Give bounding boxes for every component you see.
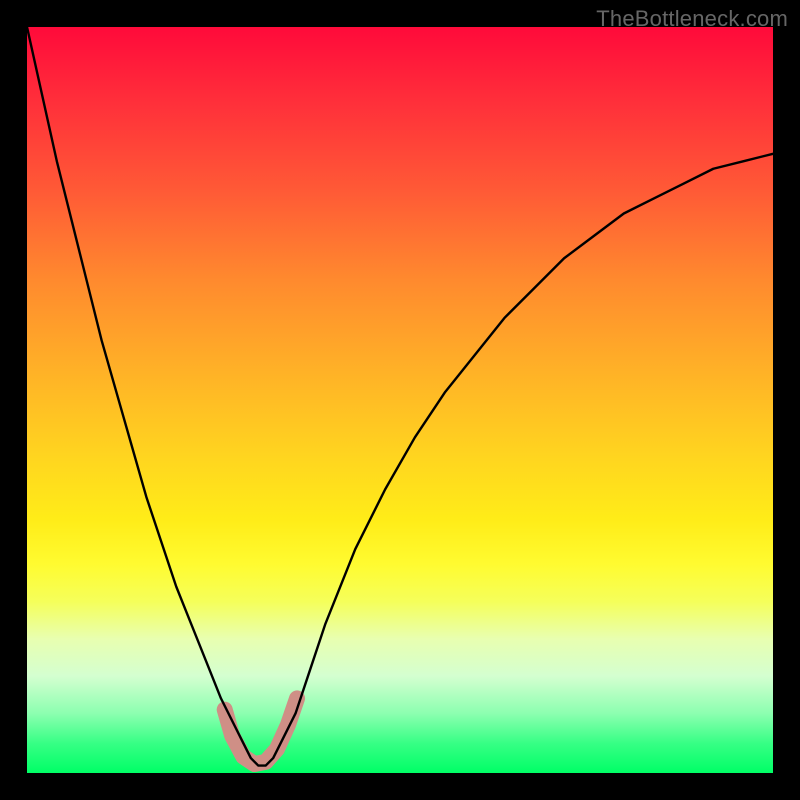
bottleneck-curve (27, 27, 773, 766)
watermark-text: TheBottleneck.com (596, 6, 788, 32)
chart-frame: TheBottleneck.com (0, 0, 800, 800)
curve-svg (27, 27, 773, 773)
plot-area (27, 27, 773, 773)
